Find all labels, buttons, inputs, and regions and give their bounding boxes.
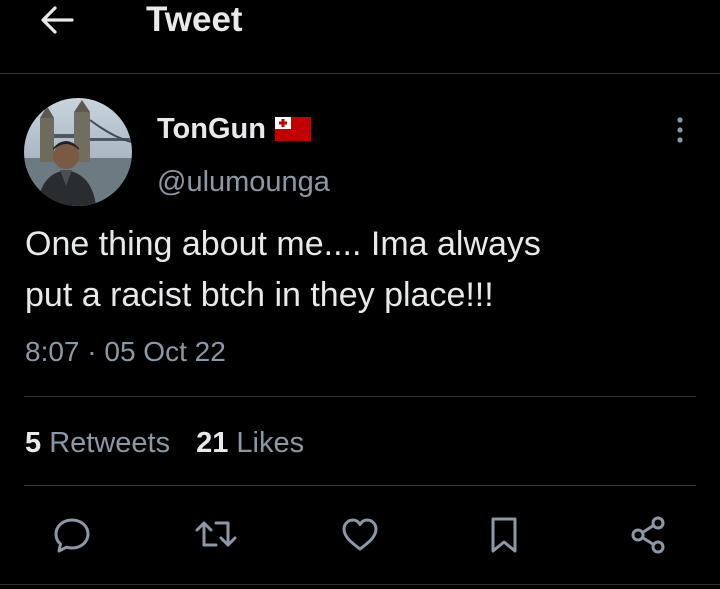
avatar[interactable] (24, 98, 132, 206)
more-options-button[interactable] (664, 112, 696, 148)
arrow-left-icon (41, 6, 74, 34)
share-button[interactable] (623, 510, 673, 560)
retweets-count: 5 (25, 427, 42, 459)
tweet-text: One thing about me.... Ima always put a … (25, 219, 695, 321)
bottom-divider (0, 584, 720, 585)
like-button[interactable] (335, 510, 385, 560)
retweets-label: Retweets (49, 427, 171, 459)
retweet-button[interactable] (191, 510, 241, 560)
tonga-flag-icon (274, 117, 311, 141)
tweet-timestamp[interactable]: 8:07 · 05 Oct 22 (25, 335, 226, 369)
tweet-text-line: put a racist btch in they place!!! (25, 276, 494, 314)
bookmark-button[interactable] (479, 510, 529, 560)
divider (24, 396, 696, 397)
author-handle[interactable]: @ulumounga (157, 164, 330, 200)
top-bar: Tweet (0, 0, 720, 74)
back-button[interactable] (34, 2, 78, 38)
bookmark-icon (491, 517, 517, 553)
reply-icon (54, 518, 90, 553)
page-title: Tweet (146, 0, 243, 39)
likes-count: 21 (196, 427, 229, 459)
likes-label: Likes (236, 427, 305, 459)
avatar-image (24, 98, 132, 206)
tweet-text-line: One thing about me.... Ima always (25, 225, 541, 263)
more-vertical-icon (677, 117, 683, 143)
engagement-stats: 5 Retweets 21 Likes (25, 425, 304, 461)
author-name-row[interactable]: TonGun (157, 111, 311, 147)
retweet-icon (195, 521, 237, 547)
reply-button[interactable] (47, 510, 97, 560)
divider (24, 485, 696, 486)
retweets-stat[interactable]: 5 Retweets (25, 425, 170, 461)
likes-stat[interactable]: 21 Likes (196, 425, 304, 461)
display-name: TonGun (157, 113, 266, 145)
heart-icon (342, 518, 378, 551)
share-icon (631, 516, 665, 554)
action-bar (0, 510, 720, 560)
